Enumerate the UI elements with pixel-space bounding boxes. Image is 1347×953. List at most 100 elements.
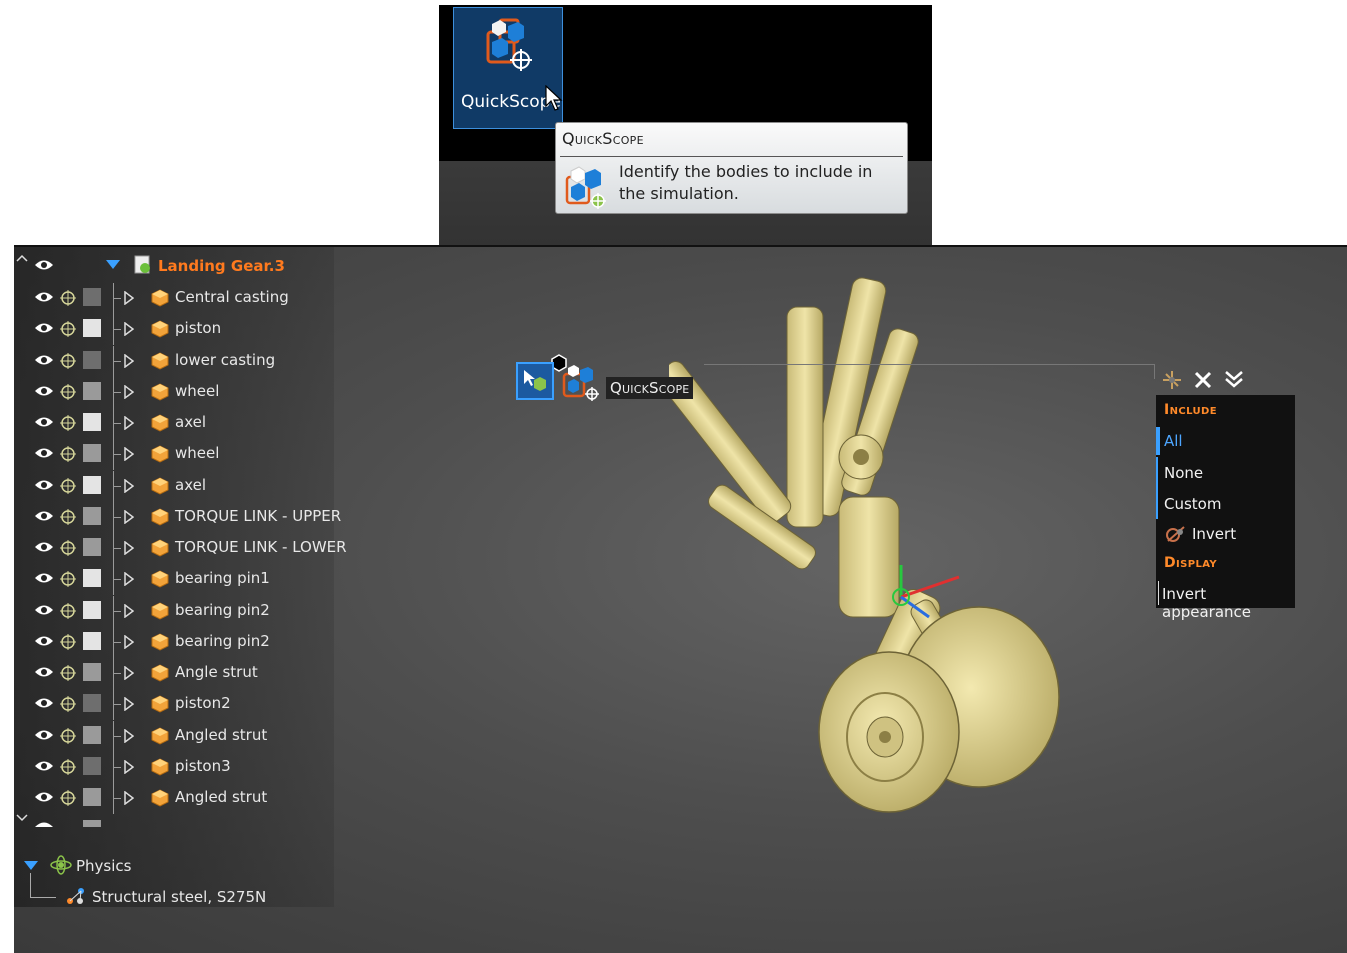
target-icon[interactable] (60, 508, 76, 525)
include-option-none[interactable]: None (1164, 464, 1203, 482)
eye-icon[interactable] (34, 291, 54, 303)
eye-icon[interactable] (34, 635, 54, 647)
target-icon[interactable] (60, 790, 76, 806)
eye-icon[interactable] (34, 541, 54, 553)
eye-icon[interactable] (34, 729, 54, 741)
tree-row[interactable]: Angled strut (14, 783, 344, 814)
eye-icon[interactable] (34, 322, 54, 334)
eye-icon[interactable] (34, 604, 54, 616)
color-swatch[interactable] (83, 506, 101, 525)
invert-appearance-option[interactable]: Invert appearance (1162, 585, 1295, 621)
color-swatch[interactable] (83, 694, 101, 713)
color-swatch[interactable] (83, 788, 101, 806)
expand-triangle-icon[interactable] (124, 478, 134, 493)
eye-icon[interactable] (34, 760, 54, 772)
invert-option[interactable]: Invert (1192, 525, 1236, 543)
tree-row[interactable]: bearing pin1 (14, 564, 344, 596)
collapse-triangle-icon[interactable] (24, 861, 38, 871)
expand-triangle-icon[interactable] (124, 291, 134, 305)
eye-icon[interactable] (34, 385, 54, 397)
include-option-all[interactable]: All (1164, 432, 1183, 450)
tree-row[interactable]: Central casting (14, 283, 344, 314)
target-icon[interactable] (60, 415, 76, 431)
tree-row[interactable]: TORQUE LINK - UPPER (14, 501, 344, 533)
tree-row[interactable]: piston2 (14, 689, 344, 721)
color-swatch[interactable] (83, 756, 101, 775)
collapse-triangle-icon[interactable] (106, 260, 120, 270)
expand-triangle-icon[interactable] (124, 634, 134, 649)
landing-gear-3d-model[interactable] (669, 267, 1079, 827)
target-icon[interactable] (60, 696, 76, 713)
tree-row[interactable]: TORQUE LINK - LOWER (14, 533, 347, 564)
pin-icon[interactable] (1162, 370, 1182, 390)
color-swatch[interactable] (83, 475, 101, 494)
target-icon[interactable] (60, 602, 76, 619)
target-icon[interactable] (60, 321, 76, 338)
expand-triangle-icon[interactable] (124, 416, 134, 430)
target-icon[interactable] (60, 383, 76, 400)
color-swatch[interactable] (83, 413, 101, 431)
eye-icon[interactable] (34, 259, 54, 271)
color-swatch[interactable] (83, 663, 101, 681)
tree-row[interactable]: bearing pin2 (14, 595, 344, 627)
tree-row[interactable]: piston (14, 314, 344, 346)
color-swatch[interactable] (83, 381, 101, 400)
expand-triangle-icon[interactable] (124, 603, 134, 618)
target-icon[interactable] (60, 446, 76, 463)
color-swatch[interactable] (83, 288, 101, 306)
target-icon[interactable] (60, 477, 76, 494)
tree-row[interactable]: wheel (14, 376, 344, 408)
tree-row[interactable]: piston3 (14, 751, 344, 783)
eye-icon[interactable] (34, 666, 54, 678)
expand-triangle-icon[interactable] (124, 447, 134, 462)
color-swatch[interactable] (83, 350, 101, 369)
expand-triangle-icon[interactable] (124, 541, 134, 555)
tree-row[interactable]: Angled strut (14, 720, 344, 752)
tree-root-node[interactable]: Landing Gear.3 (14, 252, 344, 278)
expand-triangle-icon[interactable] (124, 728, 134, 743)
eye-icon[interactable] (34, 510, 54, 522)
eye-icon[interactable] (34, 572, 54, 584)
color-swatch[interactable] (83, 600, 101, 619)
target-icon[interactable] (60, 665, 76, 681)
eye-icon[interactable] (34, 447, 54, 459)
color-swatch[interactable] (83, 319, 101, 338)
expand-triangle-icon[interactable] (124, 572, 134, 587)
color-swatch[interactable] (83, 444, 101, 463)
3d-viewport[interactable]: Landing Gear.3 Central casting piston lowe… (14, 245, 1347, 953)
tree-row[interactable]: lower casting (14, 345, 344, 377)
eye-icon[interactable] (34, 354, 54, 366)
target-icon[interactable] (60, 290, 76, 306)
expand-triangle-icon[interactable] (124, 322, 134, 337)
target-icon[interactable] (60, 540, 76, 556)
expand-triangle-icon[interactable] (124, 697, 134, 712)
physics-node[interactable]: Physics Structural steel, S275N (22, 853, 322, 919)
expand-triangle-icon[interactable] (124, 759, 134, 774)
eye-icon[interactable] (34, 479, 54, 491)
tree-row[interactable]: axel (14, 470, 344, 502)
collapse-chevrons-icon[interactable] (1224, 369, 1244, 389)
tree-row[interactable]: wheel (14, 439, 344, 471)
target-icon[interactable] (60, 571, 76, 588)
expand-triangle-icon[interactable] (124, 791, 134, 805)
expand-triangle-icon[interactable] (124, 384, 134, 399)
expand-triangle-icon[interactable] (124, 666, 134, 680)
target-icon[interactable] (60, 633, 76, 650)
eye-icon[interactable] (34, 416, 54, 428)
color-swatch[interactable] (83, 725, 101, 744)
color-swatch[interactable] (83, 538, 101, 556)
expand-triangle-icon[interactable] (124, 509, 134, 524)
tree-row[interactable]: Angle strut (14, 658, 344, 689)
color-swatch[interactable] (83, 569, 101, 588)
color-swatch[interactable] (83, 631, 101, 650)
target-icon[interactable] (60, 352, 76, 369)
target-icon[interactable] (60, 758, 76, 775)
target-icon[interactable] (60, 727, 76, 744)
eye-icon[interactable] (34, 697, 54, 709)
expand-triangle-icon[interactable] (124, 353, 134, 368)
include-option-custom[interactable]: Custom (1164, 495, 1221, 513)
tree-row[interactable]: axel (14, 408, 344, 439)
tree-row[interactable]: bearing pin2 (14, 626, 344, 658)
eye-icon[interactable] (34, 791, 54, 803)
select-bodies-button[interactable] (516, 362, 554, 400)
